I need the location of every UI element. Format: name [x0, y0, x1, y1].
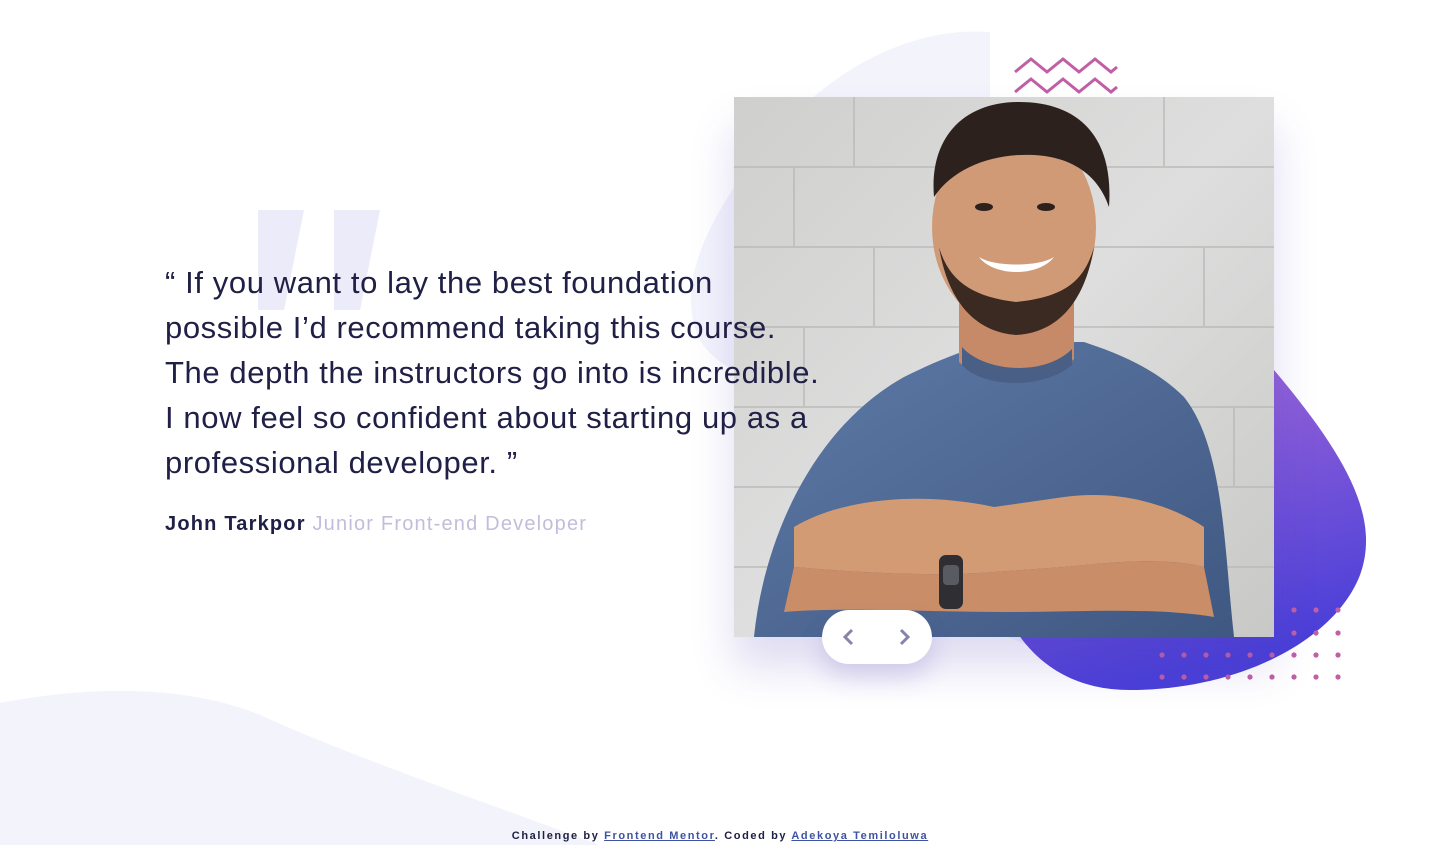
zigzag-pattern-icon: [1014, 57, 1118, 94]
slider-navigation: [822, 610, 932, 664]
chevron-left-icon: [842, 628, 854, 646]
attribution-prefix: Challenge by: [511, 830, 605, 842]
chevron-right-icon: [899, 628, 911, 646]
frontend-mentor-link[interactable]: Frontend Mentor: [604, 830, 715, 842]
attribution: Challenge by Frontend Mentor. Coded by A…: [0, 830, 1440, 842]
coder-link[interactable]: Adekoya Temiloluwa: [791, 830, 928, 842]
testimonial-quote: “ If you want to lay the best foundation…: [165, 265, 820, 480]
testimonial-author: John Tarkpor Junior Front-end Developer: [165, 513, 587, 536]
author-role: Junior Front-end Developer: [312, 513, 588, 535]
previous-slide-button[interactable]: [822, 610, 877, 664]
author-name: John Tarkpor: [165, 513, 306, 535]
attribution-middle: . Coded by: [714, 830, 792, 842]
testimonial-slider-page: “ If you want to lay the best foundation…: [0, 0, 1440, 845]
next-slide-button[interactable]: [877, 610, 932, 664]
